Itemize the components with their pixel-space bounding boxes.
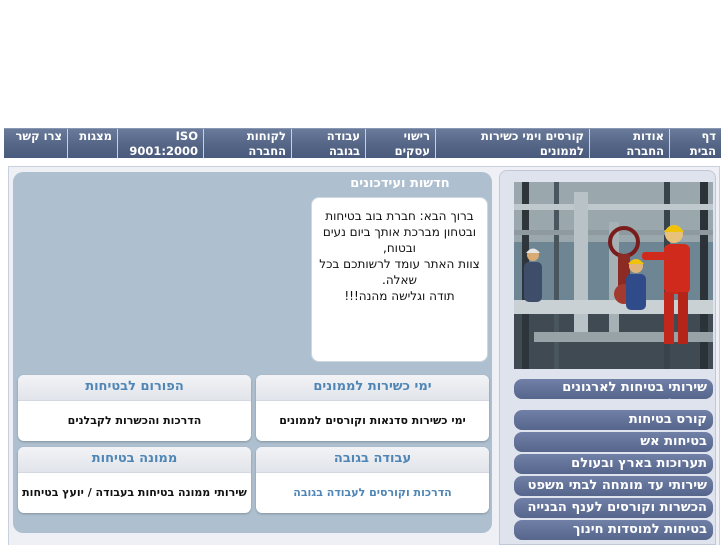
news-line: ברוך הבא: חברת בוב בטיחות ובטחון מברכת א…: [322, 209, 477, 255]
news-line: תודה וגלישה מהנה!!!: [344, 289, 455, 303]
card-body[interactable]: הדרכות והכשרות לקבלנים: [18, 401, 251, 441]
card-title[interactable]: עבודה בגובה: [256, 447, 489, 473]
card-managers-days: ימי כשירות לממונים ימי כשירות סדנאות וקו…: [256, 375, 489, 441]
card-safety-manager: ממונה בטיחות שירותי ממונה בטיחות בעבודה …: [18, 447, 251, 513]
card-title[interactable]: ממונה בטיחות: [18, 447, 251, 473]
nav-iso[interactable]: ISO 9001:2000: [117, 129, 203, 158]
industrial-workers-photo: [514, 182, 713, 369]
top-nav: דף הבית אודות החברה קורסים וימי כשירות ל…: [4, 128, 721, 158]
card-title[interactable]: ימי כשירות לממונים: [256, 375, 489, 401]
sidebar-link-safety-course[interactable]: קורס בטיחות: [514, 410, 713, 430]
card-forum: הפורום לבטיחות הדרכות והכשרות לקבלנים: [18, 375, 251, 441]
card-title[interactable]: הפורום לבטיחות: [18, 375, 251, 401]
sidebar-link-exhibitions[interactable]: תערוכות בארץ ובעולם: [514, 454, 713, 474]
card-work-at-height: עבודה בגובה הדרכות וקורסים לעבודה בגובה: [256, 447, 489, 513]
sidebar-link-construction[interactable]: הכשרות וקורסים לענף הבנייה: [514, 498, 713, 518]
nav-work-at-height[interactable]: עבודה בגובה: [291, 129, 365, 158]
news-line: צוות האתר עומד לרשותכם בכל שאלה.: [319, 257, 480, 287]
nav-clients[interactable]: לקוחות החברה: [203, 129, 291, 158]
card-body[interactable]: שירותי ממונה בטיחות בעבודה / יועץ בטיחות: [18, 473, 251, 513]
sidebar-link-expert-witness[interactable]: שירותי עד מומחה לבתי משפט: [514, 476, 713, 496]
news-title: חדשות ועידכונים: [350, 176, 450, 191]
card-body[interactable]: ימי כשירות סדנאות וקורסים לממונים: [256, 401, 489, 441]
nav-presentations[interactable]: מצגות: [67, 129, 117, 158]
nav-about[interactable]: אודות החברה: [589, 129, 669, 158]
nav-home[interactable]: דף הבית: [669, 129, 721, 158]
sidebar-link-organizations[interactable]: שירותי בטיחות לארגונים ומפעלים: [514, 379, 713, 399]
card-body[interactable]: הדרכות וקורסים לעבודה בגובה: [256, 473, 489, 513]
nav-courses[interactable]: קורסים וימי כשירות לממונים: [435, 129, 589, 158]
nav-contact[interactable]: צרו קשר: [4, 129, 67, 158]
sidebar-link-fire-safety[interactable]: בטיחות אש: [514, 432, 713, 452]
news-box: ברוך הבא: חברת בוב בטיחות ובטחון מברכת א…: [311, 197, 488, 362]
sidebar-link-schools[interactable]: בטיחות למוסדות חינוך: [514, 520, 713, 540]
nav-business-licensing[interactable]: רישוי עסקים: [365, 129, 435, 158]
